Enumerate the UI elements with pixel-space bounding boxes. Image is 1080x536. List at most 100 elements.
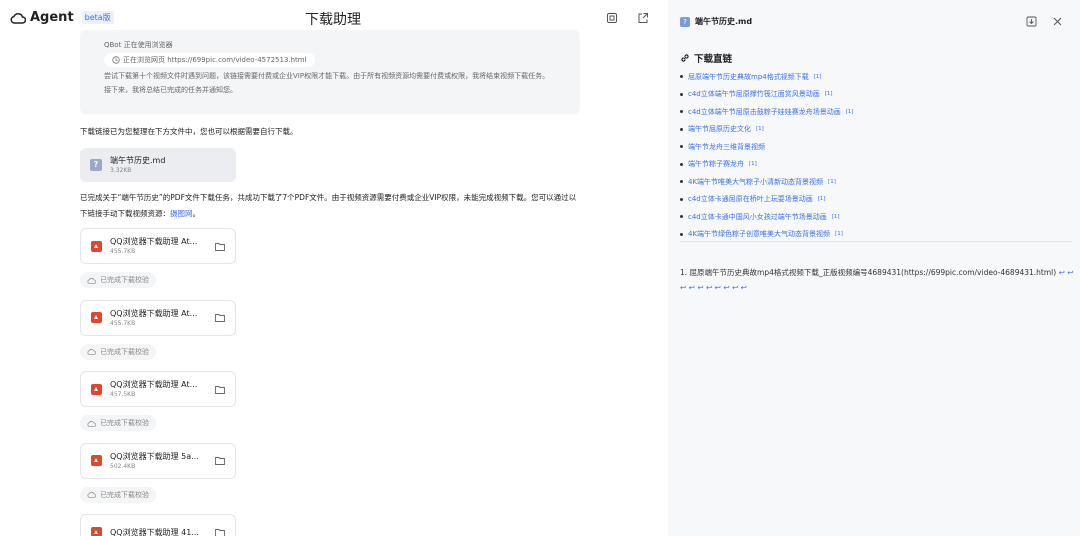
list-item[interactable]: 端午节粽子赛龙舟 [1] bbox=[680, 156, 854, 174]
md-file-card[interactable]: ? 端午节历史.md 3.32KB bbox=[80, 148, 236, 182]
pdf-icon bbox=[91, 383, 102, 395]
pdf-attachment-card[interactable]: QQ浏览器下载助理 5a... 502.4KB bbox=[80, 442, 236, 479]
footnote-divider bbox=[680, 241, 1072, 242]
attachment-name: QQ浏览器下载助理 5a... bbox=[110, 451, 199, 461]
download-link-list: 屈原端午节历史典故mp4格式视频下载 [1] c4d立体端午节屈原撑竹筏江面赏风景… bbox=[680, 68, 854, 243]
verify-label: 已完成下载校验 bbox=[100, 490, 149, 499]
section-heading: 下载直链 bbox=[680, 51, 732, 65]
bullet bbox=[680, 145, 683, 149]
pdf-attachment-card[interactable]: QQ浏览器下载助理 At... 457.5KB bbox=[80, 371, 236, 407]
footnote-text: 屈原端午节历史典故mp4格式视频下载_正版视频编号4689431(https:/… bbox=[689, 268, 1057, 277]
folder-icon[interactable] bbox=[215, 385, 225, 394]
download-link[interactable]: c4d立体端午节屈原击鼓粽子娃娃赛龙舟场景动画 bbox=[688, 106, 841, 118]
verify-badge: 已完成下载校验 bbox=[80, 272, 156, 288]
download-link[interactable]: 端午节屈原历史文化 bbox=[688, 123, 751, 135]
ref-mark[interactable]: [1] bbox=[814, 71, 822, 83]
sheyiwang-link[interactable]: 摄图网 bbox=[170, 209, 193, 218]
page-title: 下载助理 bbox=[305, 12, 361, 28]
file-name: 端午节历史.md bbox=[110, 156, 166, 165]
download-link[interactable]: 屈原端午节历史典故mp4格式视频下载 bbox=[688, 71, 809, 83]
list-item[interactable]: c4d立体卡通屈原在桥叶上玩耍场景动画 [1] bbox=[680, 191, 854, 209]
file-preview-panel: ? 端午节历史.md 下载直链 屈原端午节历史典故mp4格式视频下载 [1] c4… bbox=[668, 0, 1080, 536]
share-icon[interactable] bbox=[637, 12, 649, 24]
list-item[interactable]: c4d立体卡通中国风小女孩过端午节场景动画 [1] bbox=[680, 208, 854, 226]
bullet bbox=[680, 180, 683, 184]
message-2-end: 。 bbox=[192, 209, 201, 218]
agent-status: QBot 正在使用浏览器 bbox=[104, 41, 173, 49]
bullet bbox=[680, 215, 683, 219]
panel-title: 端午节历史.md bbox=[695, 17, 753, 26]
markdown-file-icon: ? bbox=[90, 159, 102, 171]
cloud-logo-icon bbox=[10, 12, 26, 24]
ref-mark[interactable]: [1] bbox=[846, 106, 854, 118]
brand[interactable]: Agent beta版 bbox=[10, 10, 114, 25]
ref-mark[interactable]: [1] bbox=[828, 176, 836, 188]
ref-mark[interactable]: [1] bbox=[835, 228, 843, 240]
list-item[interactable]: 4K端午节唯美大气粽子小清新动态背景视频 [1] bbox=[680, 173, 854, 191]
ref-mark[interactable]: [1] bbox=[818, 193, 826, 205]
markdown-file-icon: ? bbox=[680, 16, 690, 27]
close-icon[interactable] bbox=[1052, 16, 1063, 27]
attachment-size: 455.7KB bbox=[110, 248, 136, 255]
ref-mark[interactable]: [1] bbox=[749, 158, 757, 170]
footnote-number: 1. bbox=[680, 268, 688, 277]
download-link[interactable]: c4d立体卡通中国风小女孩过端午节场景动画 bbox=[688, 211, 827, 223]
thought-line-1: 尝试下载第十个视频文件时遇到问题，该链接需要付费或企业VIP权限才能下载。由于所… bbox=[104, 72, 550, 80]
footnote: 1. 屈原端午节历史典故mp4格式视频下载_正版视频编号4689431(http… bbox=[680, 265, 1076, 295]
thought-line-2: 接下来，我将总结已完成的任务并通知您。 bbox=[104, 86, 237, 94]
download-link[interactable]: 端午节粽子赛龙舟 bbox=[688, 158, 744, 170]
bullet bbox=[680, 197, 683, 201]
pdf-attachment-card[interactable]: QQ浏览器下载助理 41... bbox=[80, 514, 236, 536]
attachment-size: 455.7KB bbox=[110, 319, 136, 327]
sidebar-toggle-icon[interactable] bbox=[606, 12, 618, 24]
ref-mark[interactable]: [1] bbox=[756, 123, 764, 135]
list-item[interactable]: 端午节屈原历史文化 [1] bbox=[680, 121, 854, 139]
pdf-attachment-card[interactable]: QQ浏览器下载助理 At... 455.7KB bbox=[80, 228, 236, 264]
download-link[interactable]: 端午节龙舟三维背景视频 bbox=[688, 141, 765, 153]
list-item[interactable]: 端午节龙舟三维背景视频 bbox=[680, 138, 854, 156]
attachment-name: QQ浏览器下载助理 At... bbox=[110, 237, 198, 246]
bullet bbox=[680, 162, 683, 166]
attachment-size: 457.5KB bbox=[110, 391, 136, 398]
download-icon[interactable] bbox=[1026, 16, 1037, 27]
folder-icon[interactable] bbox=[215, 456, 225, 465]
folder-icon[interactable] bbox=[215, 528, 225, 536]
pdf-icon bbox=[91, 526, 102, 536]
verify-label: 已完成下载校验 bbox=[100, 419, 149, 427]
attachment-name: QQ浏览器下载助理 At... bbox=[110, 380, 198, 389]
beta-badge: beta版 bbox=[81, 11, 114, 24]
section-title: 下载直链 bbox=[694, 54, 733, 65]
bullet bbox=[680, 75, 683, 79]
attachment-name: QQ浏览器下载助理 41... bbox=[110, 527, 199, 536]
verify-label: 已完成下载校验 bbox=[100, 276, 149, 284]
assistant-message-2: 已完成关于“端午节历史”的PDF文件下载任务，共成功下载了7个PDF文件。由于视… bbox=[80, 190, 580, 222]
cloud-check-icon bbox=[87, 491, 96, 498]
download-link[interactable]: 4K端午节绿色粽子创意唯美大气动态背景视频 bbox=[688, 228, 830, 240]
file-size: 3.32KB bbox=[110, 167, 132, 174]
download-link[interactable]: 4K端午节唯美大气粽子小清新动态背景视频 bbox=[688, 176, 823, 188]
browsing-url: 正在浏览网页 https://699pic.com/video-4572513.… bbox=[123, 56, 307, 64]
clock-icon bbox=[112, 56, 120, 64]
download-link[interactable]: c4d立体端午节屈原撑竹筏江面赏风景动画 bbox=[688, 88, 820, 100]
bullet bbox=[680, 110, 683, 114]
ref-mark[interactable]: [1] bbox=[832, 211, 840, 223]
verify-label: 已完成下载校验 bbox=[100, 347, 149, 356]
download-link[interactable]: c4d立体卡通屈原在桥叶上玩耍场景动画 bbox=[688, 193, 813, 205]
list-item[interactable]: c4d立体端午节屈原撑竹筏江面赏风景动画 [1] bbox=[680, 86, 854, 104]
attachment-size: 502.4KB bbox=[110, 462, 136, 470]
verify-badge: 已完成下载校验 bbox=[80, 343, 156, 360]
list-item[interactable]: 屈原端午节历史典故mp4格式视频下载 [1] bbox=[680, 68, 854, 86]
pdf-icon bbox=[91, 240, 102, 252]
agent-thought-block: QBot 正在使用浏览器 正在浏览网页 https://699pic.com/v… bbox=[80, 30, 580, 114]
folder-icon[interactable] bbox=[215, 313, 225, 322]
browsing-pill[interactable]: 正在浏览网页 https://699pic.com/video-4572513.… bbox=[104, 53, 315, 67]
verify-badge: 已完成下载校验 bbox=[80, 486, 156, 503]
cloud-check-icon bbox=[87, 277, 96, 284]
folder-icon[interactable] bbox=[215, 242, 225, 251]
chat-thread[interactable]: QBot 正在使用浏览器 正在浏览网页 https://699pic.com/v… bbox=[80, 30, 580, 536]
list-item[interactable]: c4d立体端午节屈原击鼓粽子娃娃赛龙舟场景动画 [1] bbox=[680, 103, 854, 121]
attachment-name: QQ浏览器下载助理 At... bbox=[110, 308, 198, 318]
pdf-attachment-card[interactable]: QQ浏览器下载助理 At... 455.7KB bbox=[80, 299, 236, 336]
ref-mark[interactable]: [1] bbox=[825, 88, 833, 100]
pdf-icon bbox=[91, 312, 102, 323]
